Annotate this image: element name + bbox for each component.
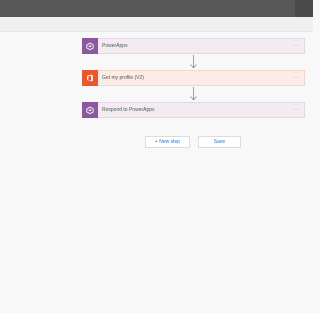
connector-arrow-icon — [190, 55, 197, 69]
flow-step-powerapps-trigger[interactable]: PowerApps ··· — [82, 38, 305, 54]
flow-editor-page: PowerApps ··· Get my profile (V2) ··· Re… — [0, 0, 313, 313]
step-title: PowerApps — [102, 43, 128, 49]
new-step-button[interactable]: + New step — [145, 136, 190, 148]
flow-step-respond-to-powerapps[interactable]: Respond to PowerApps ··· — [82, 102, 305, 118]
more-options-icon[interactable]: ··· — [293, 43, 301, 49]
top-bar-corner — [295, 0, 313, 17]
step-title: Respond to PowerApps — [102, 107, 155, 113]
more-options-icon[interactable]: ··· — [293, 75, 301, 81]
more-options-icon[interactable]: ··· — [293, 107, 301, 113]
office365-icon — [82, 70, 98, 86]
powerapps-icon — [82, 102, 98, 118]
connector-arrow-icon — [190, 87, 197, 101]
step-title: Get my profile (V2) — [102, 75, 144, 81]
save-button[interactable]: Save — [198, 136, 241, 148]
command-bar — [0, 17, 313, 32]
flow-step-get-my-profile[interactable]: Get my profile (V2) ··· — [82, 70, 305, 86]
top-bar — [0, 0, 313, 17]
powerapps-icon — [82, 38, 98, 54]
